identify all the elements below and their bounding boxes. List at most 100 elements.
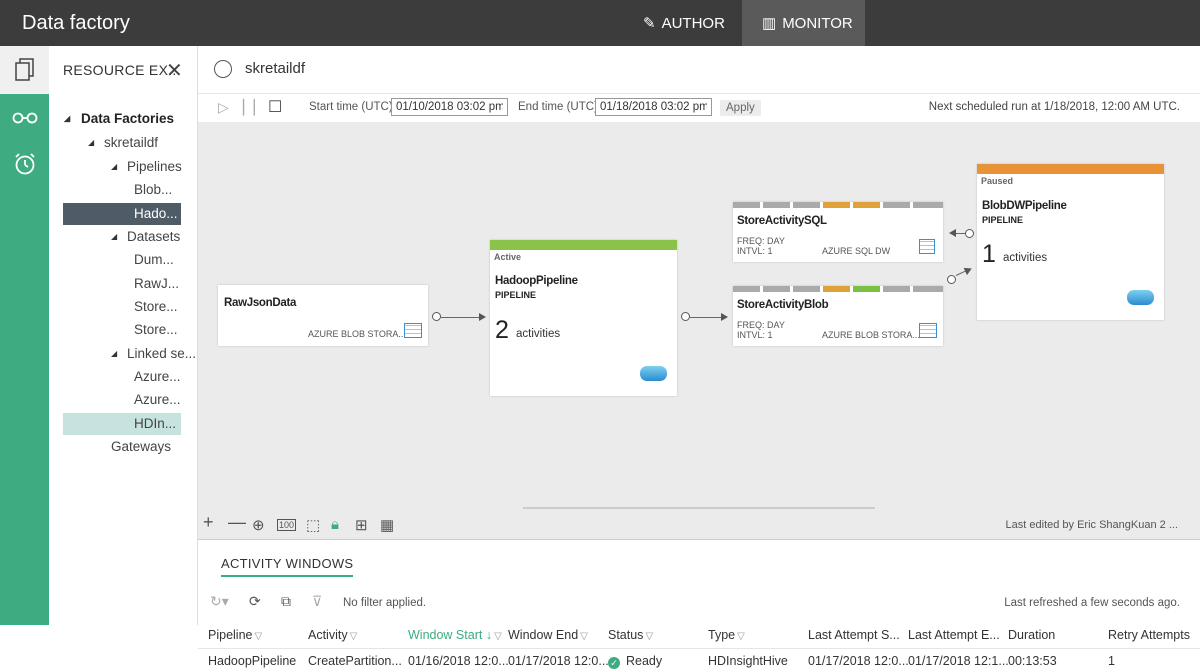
- main-header: skretaildf: [198, 46, 1200, 94]
- lock-icon[interactable]: 🔒︎: [331, 516, 339, 533]
- tree-dataset-item[interactable]: RawJ...: [134, 273, 179, 295]
- pipeline-node-hadoop[interactable]: Active HadoopPipeline PIPELINE 2 activit…: [490, 240, 677, 396]
- status-text: Paused: [981, 176, 1014, 186]
- filter-icon: ▽: [737, 631, 745, 642]
- cell-window-start[interactable]: 01/16/2018 12:0...: [408, 654, 509, 668]
- copy-icon[interactable]: ⧉: [281, 593, 291, 610]
- alarm-button[interactable]: [0, 144, 49, 184]
- tree-linked-item-highlighted[interactable]: HDIn...: [134, 413, 176, 435]
- app-title: Data factory: [22, 12, 130, 34]
- column-header[interactable]: Window End ▽: [508, 628, 588, 642]
- end-time-input[interactable]: [595, 98, 712, 116]
- filter-icon: ▽: [494, 631, 502, 642]
- tree-linked-item[interactable]: Azure...: [134, 366, 181, 388]
- tree-linked-item[interactable]: Azure...: [134, 389, 181, 411]
- column-header[interactable]: Pipeline ▽: [208, 628, 262, 642]
- column-header[interactable]: Retry Attempts: [1108, 628, 1190, 642]
- tree-pipeline-item-selected[interactable]: Hado...: [134, 203, 178, 225]
- activities-label: activities: [1003, 252, 1048, 264]
- slice-segment: [853, 202, 880, 208]
- tree-dataset-item[interactable]: Store...: [134, 319, 178, 341]
- dataset-node-rawjsondata[interactable]: RawJsonData AZURE BLOB STORA...: [218, 285, 428, 346]
- column-header[interactable]: Last Attempt E...: [908, 628, 1000, 642]
- zoom-in-icon[interactable]: +: [203, 512, 214, 533]
- filter-icon[interactable]: ⊽: [312, 593, 322, 610]
- node-intvl: INTVL: 1: [737, 330, 773, 340]
- node-type: AZURE BLOB STORA...: [308, 329, 406, 339]
- node-freq: FREQ: DAY: [737, 320, 785, 330]
- refresh-icon[interactable]: ⟳: [249, 593, 261, 610]
- end-time-label: End time (UTC):: [518, 101, 602, 113]
- stop-icon[interactable]: ☐: [268, 97, 282, 117]
- resource-explorer-button[interactable]: [0, 46, 49, 94]
- select-icon[interactable]: ⬚: [306, 516, 320, 534]
- zoom-fit-icon[interactable]: ⊕: [252, 516, 265, 534]
- node-title: StoreActivitySQL: [737, 215, 827, 227]
- play-icon[interactable]: ▷: [218, 99, 229, 116]
- activity-count: 2: [495, 316, 509, 344]
- cell-type[interactable]: HDInsightHive: [708, 654, 788, 668]
- node-title: StoreActivityBlob: [737, 299, 829, 311]
- column-header[interactable]: Last Attempt S...: [808, 628, 900, 642]
- tree-dataset-item[interactable]: Dum...: [134, 249, 174, 271]
- tree-data-factories[interactable]: ◢ Data Factories: [64, 108, 174, 130]
- zoom-100-icon[interactable]: 100: [277, 519, 297, 531]
- output-port[interactable]: [947, 275, 956, 284]
- tree-pipelines[interactable]: ◢ Pipelines: [111, 156, 182, 178]
- activity-windows-panel: ACTIVITY WINDOWS ↻▾ ⟳ ⧉ ⊽ No filter appl…: [198, 540, 1200, 669]
- arrow-icon: [479, 313, 486, 321]
- zoom-out-icon[interactable]: —: [228, 512, 246, 533]
- cell-last-end[interactable]: 01/17/2018 12:1...: [908, 654, 1009, 668]
- alarm-clock-icon: [14, 153, 35, 175]
- tree-linked-services[interactable]: ◢ Linked se...: [111, 343, 196, 365]
- arrange-icon[interactable]: ▦: [380, 516, 394, 534]
- slice-segment: [883, 202, 910, 208]
- tree-gateways[interactable]: Gateways: [111, 436, 171, 458]
- layout-icon[interactable]: ⊞: [355, 516, 368, 534]
- activity-count: 1: [982, 240, 996, 268]
- column-header[interactable]: Status ▽: [608, 628, 653, 642]
- diagram-canvas[interactable]: RawJsonData AZURE BLOB STORA... Active H…: [198, 122, 1200, 510]
- input-port[interactable]: [965, 229, 974, 238]
- filter-icon: ▽: [645, 631, 654, 642]
- column-header-sorted[interactable]: Window Start ↓ ▽: [408, 628, 502, 642]
- apply-button[interactable]: Apply: [720, 100, 761, 116]
- slice-segment: [763, 202, 790, 208]
- tab-author[interactable]: ✎ AUTHOR: [623, 0, 741, 46]
- tab-activity-windows[interactable]: ACTIVITY WINDOWS: [221, 556, 354, 577]
- tree-factory[interactable]: ◢ skretaildf: [88, 132, 158, 154]
- gauge-icon: [214, 60, 232, 78]
- output-port[interactable]: [432, 312, 441, 321]
- column-header[interactable]: Duration: [1008, 628, 1055, 642]
- canvas-scrollbar[interactable]: [523, 507, 875, 509]
- undo-icon[interactable]: ↻▾: [210, 593, 229, 610]
- close-icon[interactable]: ✕: [166, 58, 183, 83]
- column-header[interactable]: Activity ▽: [308, 628, 357, 642]
- glasses-button[interactable]: [0, 98, 49, 138]
- status-text: Active: [494, 252, 522, 262]
- tree-datasets[interactable]: ◢ Datasets: [111, 226, 180, 248]
- pause-icon[interactable]: ▏▏: [243, 99, 265, 116]
- start-time-input[interactable]: [391, 98, 508, 116]
- cell-status[interactable]: ✓ Ready: [608, 654, 662, 669]
- tree-pipeline-item[interactable]: Blob...: [134, 179, 172, 201]
- top-bar: Data factory ✎ AUTHOR ▥ MONITOR: [0, 0, 1200, 46]
- page-title: skretaildf: [245, 60, 306, 77]
- tree-dataset-item[interactable]: Store...: [134, 296, 178, 318]
- glasses-icon: [12, 112, 37, 124]
- tab-monitor[interactable]: ▥ MONITOR: [742, 0, 865, 46]
- column-header[interactable]: Type ▽: [708, 628, 745, 642]
- cell-duration[interactable]: 00:13:53: [1008, 654, 1057, 668]
- slice-segment: [733, 202, 760, 208]
- pipeline-node-blobdw[interactable]: Paused BlobDWPipeline PIPELINE 1 activit…: [977, 164, 1164, 320]
- cell-pipeline[interactable]: HadoopPipeline: [208, 654, 296, 668]
- start-time-label: Start time (UTC):: [309, 101, 396, 113]
- cell-window-end[interactable]: 01/17/2018 12:0...: [508, 654, 609, 668]
- cell-retry[interactable]: 1: [1108, 654, 1115, 668]
- cell-activity[interactable]: CreatePartition...: [308, 654, 402, 668]
- dataset-node-storeactivityblob[interactable]: StoreActivityBlob FREQ: DAY INTVL: 1 AZU…: [733, 286, 943, 346]
- output-port[interactable]: [681, 312, 690, 321]
- filter-status: No filter applied.: [343, 597, 427, 609]
- cell-last-start[interactable]: 01/17/2018 12:0...: [808, 654, 909, 668]
- dataset-node-storeactivitysql[interactable]: StoreActivitySQL FREQ: DAY INTVL: 1 AZUR…: [733, 202, 943, 262]
